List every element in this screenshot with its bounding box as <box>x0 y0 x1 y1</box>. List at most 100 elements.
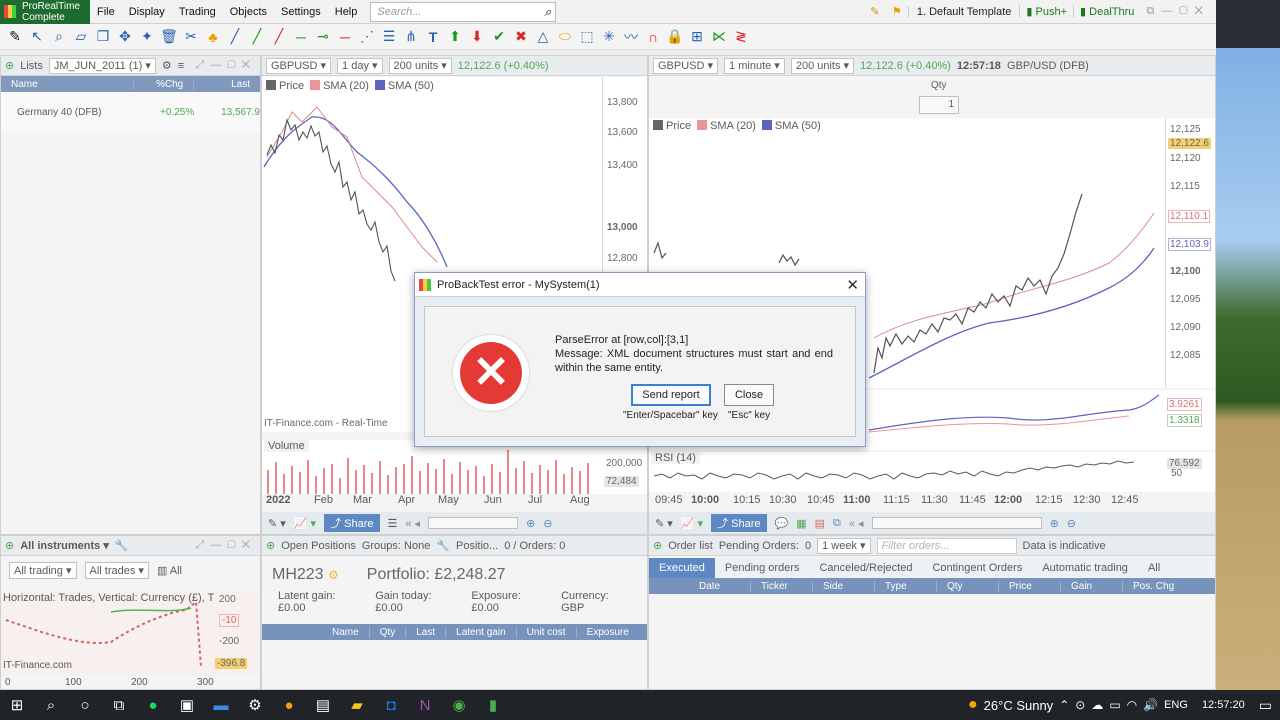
menu-display[interactable]: Display <box>122 6 172 18</box>
search-taskbar-icon[interactable]: ⌕ <box>34 690 68 720</box>
photos-icon[interactable]: ▣ <box>170 690 204 720</box>
push-button[interactable]: ▮ Push+ <box>1019 5 1073 18</box>
search-icon[interactable]: ⌕ <box>544 4 551 20</box>
dialog-close-icon[interactable]: ✕ <box>846 276 859 294</box>
dialog-titlebar: ProBackTest error - MySystem(1) ✕ <box>415 273 865 297</box>
menu-file[interactable]: File <box>90 6 122 18</box>
settings-taskbar-icon[interactable]: ⚙ <box>238 690 272 720</box>
gann-icon[interactable]: ⋉ <box>708 27 730 47</box>
error-line1: ParseError at [row,col]:[3,1] <box>555 334 689 346</box>
red-line-icon[interactable]: ╱ <box>268 27 290 47</box>
app-logo: ProRealTime Complete <box>0 0 90 24</box>
line-icon[interactable]: ╱ <box>224 27 246 47</box>
fibo-icon[interactable]: ☰ <box>378 27 400 47</box>
wifi-icon[interactable]: ◠ <box>1127 698 1137 712</box>
hline-red-icon[interactable]: ─ <box>334 27 356 47</box>
menu-help[interactable]: Help <box>328 6 365 18</box>
search-placeholder: Search... <box>377 5 422 18</box>
draw-icon[interactable]: ✎ <box>864 5 886 18</box>
notifications-icon[interactable]: ▭ <box>1259 697 1272 714</box>
dealthru-button[interactable]: ▮ DealThru <box>1073 5 1140 18</box>
delete-all-icon[interactable]: ✂ <box>180 27 202 47</box>
dialog-body: ✕ ParseError at [row,col]:[3,1] Message:… <box>424 306 856 437</box>
menu-objects[interactable]: Objects <box>223 6 274 18</box>
pattern-icon[interactable]: ✳ <box>598 27 620 47</box>
clock[interactable]: 12:57:20 <box>1194 699 1253 711</box>
cortana-icon[interactable]: ○ <box>68 690 102 720</box>
copy-icon[interactable]: ❐ <box>92 27 114 47</box>
desktop-background <box>1216 48 1280 690</box>
menu-settings[interactable]: Settings <box>274 6 328 18</box>
app-hd-icon[interactable]: ▬ <box>204 690 238 720</box>
tray-chevron-icon[interactable]: ⌃ <box>1059 698 1069 712</box>
magnet-icon[interactable]: ✦ <box>136 27 158 47</box>
weather-text[interactable]: 26°C Sunny <box>984 698 1054 713</box>
outlook-icon[interactable]: ◘ <box>374 690 408 720</box>
taskview-icon[interactable]: ⧉ <box>102 690 136 720</box>
channel-icon[interactable]: ⋰ <box>356 27 378 47</box>
weather-icon[interactable]: ● <box>968 696 978 714</box>
up-arrow-icon[interactable]: ⬆ <box>444 27 466 47</box>
chrome-icon[interactable]: ◉ <box>442 690 476 720</box>
menu-bar: ProRealTime Complete File Display Trading… <box>0 0 1216 24</box>
grid-icon[interactable]: ⊞ <box>686 27 708 47</box>
window-controls[interactable]: ⧉—▢✕ <box>1140 5 1216 18</box>
dialog-app-icon <box>419 279 431 291</box>
notepad-icon[interactable]: ▤ <box>306 690 340 720</box>
trash-icon[interactable]: 🗑 <box>158 27 180 47</box>
dialog-title: ProBackTest error - MySystem(1) <box>437 278 600 291</box>
error-dialog: ProBackTest error - MySystem(1) ✕ ✕ Pars… <box>414 272 866 447</box>
menu-trading[interactable]: Trading <box>172 6 223 18</box>
text-icon[interactable]: T <box>422 27 444 47</box>
ray-icon[interactable]: ⊸ <box>312 27 334 47</box>
explorer-icon[interactable]: ▰ <box>340 690 374 720</box>
logo-text: ProRealTime <box>22 0 80 12</box>
pitchfork-icon[interactable]: ⋔ <box>400 27 422 47</box>
send-hint: "Enter/Spacebar" key <box>623 410 718 421</box>
firefox-icon[interactable]: ● <box>272 690 306 720</box>
wave-icon[interactable]: 〰 <box>620 27 642 47</box>
layout-selector[interactable]: 1. Default Template <box>907 5 1020 18</box>
alert-bell-icon[interactable]: ♣ <box>202 27 224 47</box>
pencil-icon[interactable]: ✎ <box>4 27 26 47</box>
prorealtime-taskbar-icon[interactable]: ▮ <box>476 690 510 720</box>
triangle-icon[interactable]: △ <box>532 27 554 47</box>
prorealtime-app: ProRealTime Complete File Display Trading… <box>0 0 1216 690</box>
search-input[interactable]: Search... ⌕ <box>370 1 557 22</box>
logo-subtext: Complete <box>22 11 65 23</box>
display-icon[interactable]: ▭ <box>1109 698 1120 712</box>
rectangle-icon[interactable]: ⬚ <box>576 27 598 47</box>
hline-icon[interactable]: ─ <box>290 27 312 47</box>
tray-app-icon[interactable]: ⊙ <box>1075 698 1085 712</box>
drawing-toolbar: ✎ ↖ ⌕ ▱ ❐ ✥ ✦ 🗑 ✂ ♣ ╱ ╱ ╱ ─ ⊸ ─ ⋰ ☰ ⋔ T … <box>0 24 1216 50</box>
ellipse-icon[interactable]: ⬭ <box>554 27 576 47</box>
arc-icon[interactable]: ∩ <box>642 27 664 47</box>
push-label: Push+ <box>1035 6 1068 18</box>
green-line-icon[interactable]: ╱ <box>246 27 268 47</box>
windows-taskbar: ⊞ ⌕ ○ ⧉ ● ▣ ▬ ⚙ ● ▤ ▰ ◘ N ◉ ▮ ● 26°C Sun… <box>0 690 1280 720</box>
error-line2: Message: XML document structures must st… <box>555 348 833 374</box>
onenote-icon[interactable]: N <box>408 690 442 720</box>
send-report-button[interactable]: Send report <box>631 384 711 406</box>
error-icon: ✕ <box>453 335 529 411</box>
volume-icon[interactable]: 🔊 <box>1143 698 1158 712</box>
spotify-icon[interactable]: ● <box>136 690 170 720</box>
down-arrow-icon[interactable]: ⬇ <box>466 27 488 47</box>
dealthru-label: DealThru <box>1089 6 1135 18</box>
zoom-icon[interactable]: ⌕ <box>48 27 70 47</box>
pointer-icon[interactable]: ↖ <box>26 27 48 47</box>
close-hint: "Esc" key <box>728 410 771 421</box>
eraser-icon[interactable]: ▱ <box>70 27 92 47</box>
check-icon[interactable]: ✔ <box>488 27 510 47</box>
language-indicator[interactable]: ENG <box>1164 699 1188 711</box>
close-button[interactable]: Close <box>724 384 774 406</box>
windows-start-icon[interactable]: ⊞ <box>0 690 34 720</box>
zigzag-icon[interactable]: ≷ <box>730 27 752 47</box>
move-icon[interactable]: ✥ <box>114 27 136 47</box>
lock-icon[interactable]: 🔒 <box>664 27 686 47</box>
cloud-icon[interactable]: ☁ <box>1091 698 1103 712</box>
logo-icon <box>4 4 16 18</box>
flag-icon[interactable]: ⚑ <box>886 5 908 18</box>
cross-icon[interactable]: ✖ <box>510 27 532 47</box>
error-message: ParseError at [row,col]:[3,1] Message: X… <box>555 333 833 375</box>
